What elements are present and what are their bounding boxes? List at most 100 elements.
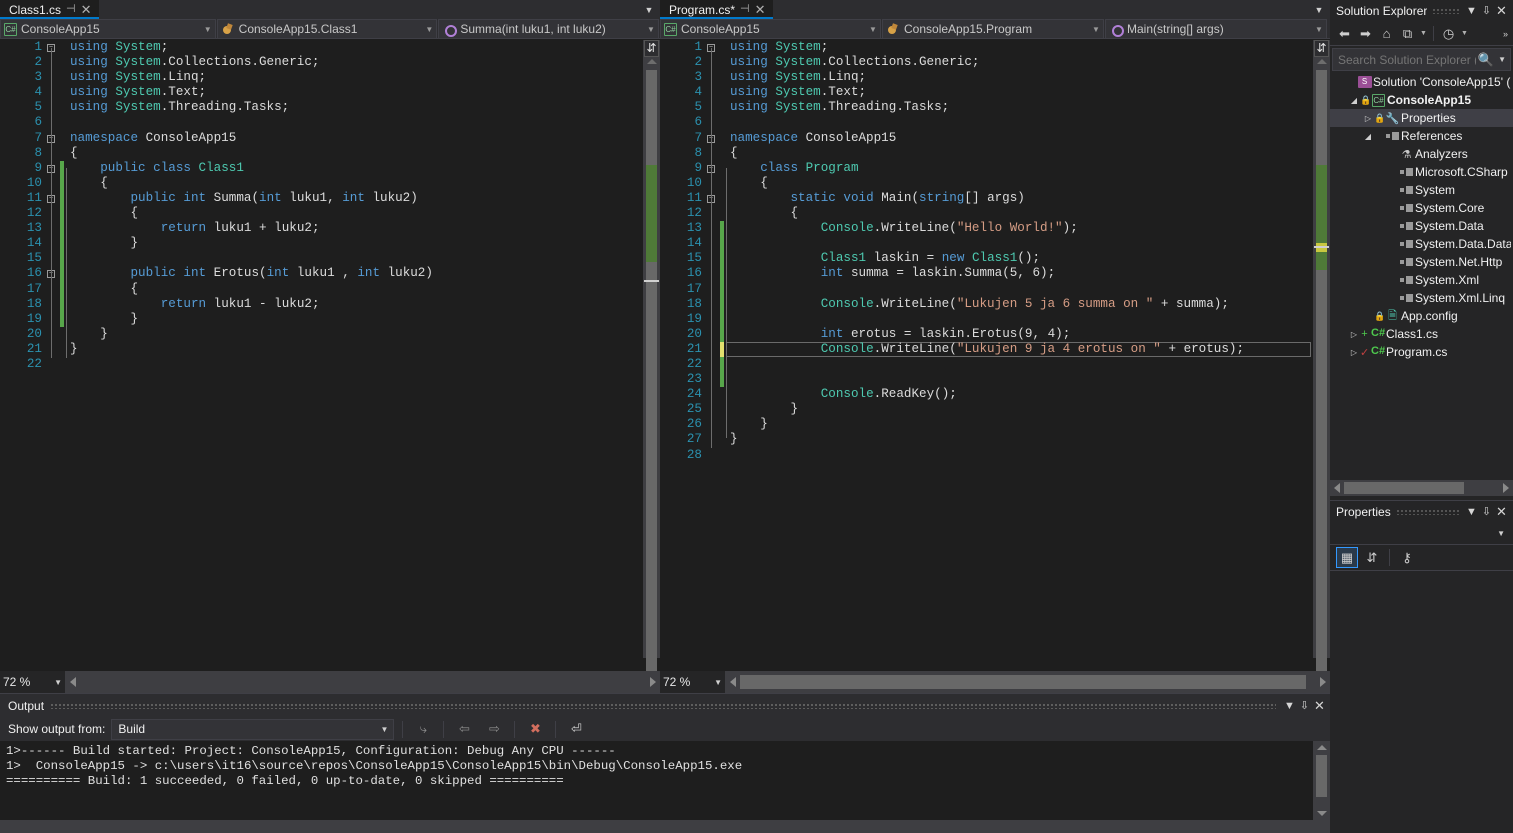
toggle-word-wrap-icon[interactable]: ⏎ [564, 719, 588, 740]
code-line[interactable]: 25 } [660, 402, 1313, 417]
code-line[interactable]: 8{ [0, 146, 643, 161]
tree-item[interactable]: System.Net.Http [1330, 253, 1513, 271]
tree-item[interactable]: System.Data [1330, 217, 1513, 235]
next-message-icon[interactable]: ⇨ [482, 719, 506, 740]
close-icon[interactable]: ✕ [755, 3, 766, 16]
tree-item[interactable]: ▷ 🔒 🔧 Properties [1330, 109, 1513, 127]
expander-icon[interactable]: ◢ [1348, 96, 1360, 105]
back-icon[interactable]: ⬅ [1335, 24, 1354, 43]
scroll-left-arrow-icon[interactable] [730, 677, 736, 687]
editor-vertical-scrollbar-right[interactable]: ⇵ [1313, 40, 1330, 671]
code-line[interactable]: 12 { [0, 206, 643, 222]
tree-item[interactable]: ◢ References [1330, 127, 1513, 145]
tree-item[interactable]: S Solution 'ConsoleApp15' (1 [1330, 73, 1513, 91]
zoom-level-dropdown-left[interactable]: 72 % ▼ [0, 671, 66, 693]
expander-icon[interactable]: ◢ [1362, 132, 1374, 141]
chevron-down-icon[interactable]: ▼ [1419, 24, 1428, 43]
scroll-up-arrow-icon[interactable] [1317, 59, 1327, 64]
code-line[interactable]: 15 Class1 laskin = new Class1(); [660, 251, 1313, 267]
editor-vertical-scrollbar-left[interactable]: ⇵ [643, 40, 660, 671]
scroll-up-arrow-icon[interactable] [1317, 745, 1327, 750]
clear-all-icon[interactable]: ✖ [523, 719, 547, 740]
code-area-left[interactable]: 1−using System;2 using System.Collections… [0, 40, 660, 671]
code-line[interactable]: 16 int summa = laskin.Summa(5, 6); [660, 266, 1313, 282]
tab-overflow-chevron-icon[interactable]: ▼ [1308, 0, 1330, 19]
code-line[interactable]: 3 using System.Linq; [660, 70, 1313, 85]
nav-member-dropdown-left[interactable]: Summa(int luku1, int luku2) ▼ [438, 19, 660, 39]
code-line[interactable]: 27} [660, 432, 1313, 447]
categorized-icon[interactable]: ▦ [1336, 547, 1358, 568]
tab-class1-cs[interactable]: Class1.cs ⊣ ✕ [0, 0, 99, 19]
nav-project-dropdown-left[interactable]: C# ConsoleApp15 ▼ [0, 19, 216, 39]
scroll-down-arrow-icon[interactable] [1317, 811, 1327, 816]
code-line[interactable]: 19 } [0, 311, 643, 327]
pending-changes-filter-icon[interactable]: ◷ [1439, 24, 1458, 43]
overflow-icon[interactable]: » [1503, 29, 1508, 39]
code-line[interactable]: 21 Console.WriteLine("Lukujen 9 ja 4 ero… [660, 341, 1313, 357]
scroll-right-arrow-icon[interactable] [1503, 483, 1509, 493]
scroll-thumb[interactable] [1316, 70, 1327, 671]
code-line[interactable]: 20 } [0, 327, 643, 342]
dropdown-icon[interactable]: ▼ [1282, 700, 1297, 712]
code-line[interactable]: 3 using System.Linq; [0, 70, 643, 85]
tree-item[interactable]: ⚗ Analyzers [1330, 145, 1513, 163]
code-line[interactable]: 10 { [660, 176, 1313, 191]
output-horizontal-scrollbar[interactable] [0, 820, 1330, 833]
dropdown-icon[interactable]: ▼ [1464, 506, 1479, 518]
code-line[interactable]: 22 [660, 356, 1313, 373]
code-area-right[interactable]: 1−using System;2 using System.Collections… [660, 40, 1330, 671]
search-solution-explorer-box[interactable]: 🔍 ▼ [1332, 48, 1511, 71]
code-line[interactable]: 4 using System.Text; [0, 85, 643, 100]
code-line[interactable]: 15 [0, 251, 643, 267]
code-line[interactable]: 11− public int Summa(int luku1, int luku… [0, 190, 643, 207]
scroll-thumb[interactable] [646, 70, 657, 671]
tab-overflow-chevron-icon[interactable]: ▼ [638, 0, 660, 19]
close-icon[interactable]: ✕ [1312, 698, 1327, 714]
pin-icon[interactable]: ⊣ [66, 4, 76, 15]
scroll-left-arrow-icon[interactable] [1334, 483, 1340, 493]
drag-handle[interactable] [1395, 509, 1459, 515]
tree-item[interactable]: Microsoft.CSharp [1330, 163, 1513, 181]
output-vertical-scrollbar[interactable] [1313, 741, 1330, 820]
code-line[interactable]: 24 Console.ReadKey(); [660, 387, 1313, 402]
expander-icon[interactable]: ▷ [1362, 114, 1374, 123]
code-line[interactable]: 5 using System.Threading.Tasks; [0, 100, 643, 115]
nav-type-dropdown-right[interactable]: ConsoleApp15.Program ▼ [882, 19, 1104, 39]
properties-object-selector[interactable]: ▼ [1330, 523, 1513, 545]
pin-icon[interactable]: ⇩ [1479, 506, 1494, 518]
drag-handle[interactable] [1432, 8, 1459, 14]
split-view-handle-icon[interactable]: ⇵ [644, 40, 659, 57]
pin-icon[interactable]: ⇩ [1297, 699, 1312, 712]
nav-member-dropdown-right[interactable]: Main(string[] args) ▼ [1105, 19, 1327, 39]
code-line[interactable]: 23 [660, 372, 1313, 388]
code-line[interactable]: 13 return luku1 + luku2; [0, 221, 643, 237]
code-line[interactable]: 6 [660, 115, 1313, 130]
search-icon[interactable]: 🔍 [1476, 52, 1496, 68]
code-line[interactable]: 26 } [660, 417, 1313, 432]
scroll-right-arrow-icon[interactable] [1320, 677, 1326, 687]
tree-item[interactable]: System.Core [1330, 199, 1513, 217]
code-line[interactable]: 20 int erotus = laskin.Erotus(9, 4); [660, 326, 1313, 342]
code-line[interactable]: 17 { [0, 281, 643, 297]
code-line[interactable]: 1−using System; [660, 40, 1313, 55]
previous-message-icon[interactable]: ⇦ [452, 719, 476, 740]
editor-horizontal-scrollbar-right[interactable] [726, 671, 1330, 693]
code-line[interactable]: 17 [660, 281, 1313, 297]
code-line[interactable]: 1−using System; [0, 40, 643, 55]
code-line[interactable]: 16− public int Erotus(int luku1 , int lu… [0, 266, 643, 282]
scroll-left-arrow-icon[interactable] [70, 677, 76, 687]
tree-item[interactable]: System.Xml.Linq [1330, 289, 1513, 307]
tree-item[interactable]: 🔒 🗎 App.config [1330, 307, 1513, 325]
code-line[interactable]: 7−namespace ConsoleApp15 [0, 131, 643, 146]
code-line[interactable]: 18 return luku1 - luku2; [0, 296, 643, 312]
tree-item[interactable]: System.Xml [1330, 271, 1513, 289]
code-line[interactable]: 11− static void Main(string[] args) [660, 191, 1313, 206]
tree-item[interactable]: ◢ 🔒 C# ConsoleApp15 [1330, 91, 1513, 109]
code-line[interactable]: 13 Console.WriteLine("Hello World!"); [660, 221, 1313, 237]
scroll-thumb[interactable] [1316, 755, 1327, 797]
code-line[interactable]: 4 using System.Text; [660, 85, 1313, 100]
tree-item[interactable]: System [1330, 181, 1513, 199]
code-line[interactable]: 28 [660, 448, 1313, 463]
sync-with-active-document-icon[interactable]: ⧉ [1398, 24, 1417, 43]
code-line[interactable]: 21} [0, 342, 643, 357]
